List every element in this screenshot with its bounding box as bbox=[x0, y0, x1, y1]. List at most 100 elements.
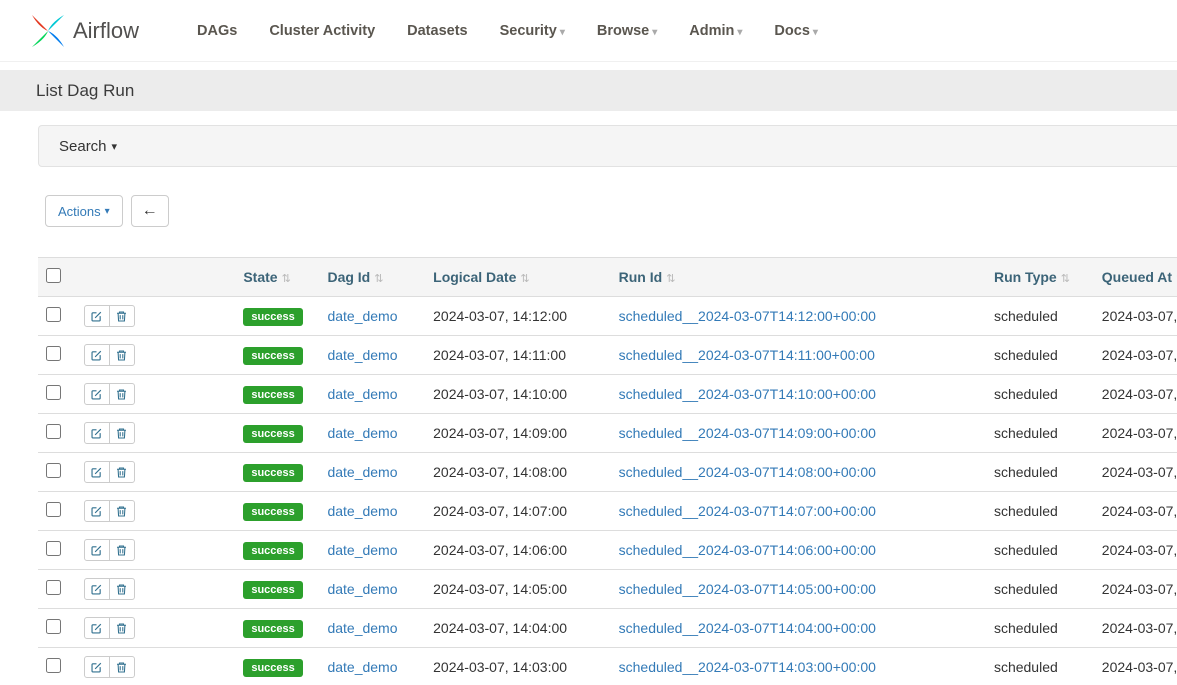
queued-at-cell: 2024-03-07, 14:13:00 bbox=[1094, 297, 1177, 336]
run-id-link[interactable]: scheduled__2024-03-07T14:09:00+00:00 bbox=[619, 425, 876, 441]
row-checkbox[interactable] bbox=[46, 307, 61, 322]
select-all-checkbox[interactable] bbox=[46, 268, 61, 283]
run-id-link[interactable]: scheduled__2024-03-07T14:10:00+00:00 bbox=[619, 386, 876, 402]
delete-button[interactable] bbox=[109, 383, 135, 405]
nav-item[interactable]: DAGs bbox=[181, 13, 253, 49]
nav-item-label: DAGs bbox=[197, 23, 237, 39]
checkbox-cell bbox=[38, 492, 76, 531]
caret-icon: ▾ bbox=[560, 27, 565, 38]
back-button[interactable]: ← bbox=[131, 195, 169, 227]
run-id-cell: scheduled__2024-03-07T14:05:00+00:00 bbox=[611, 570, 986, 609]
state-cell: success bbox=[235, 492, 319, 531]
edit-button[interactable] bbox=[84, 305, 110, 327]
dag-id-link[interactable]: date_demo bbox=[327, 659, 397, 675]
edit-button[interactable] bbox=[84, 578, 110, 600]
edit-button[interactable] bbox=[84, 383, 110, 405]
dag-id-cell: date_demo bbox=[319, 375, 425, 414]
column-label: Queued At bbox=[1102, 269, 1172, 285]
nav-item[interactable]: Datasets bbox=[391, 13, 483, 49]
delete-button[interactable] bbox=[109, 617, 135, 639]
nav-item[interactable]: Browse▾ bbox=[581, 13, 673, 49]
dag-id-link[interactable]: date_demo bbox=[327, 542, 397, 558]
run-type-cell: scheduled bbox=[986, 414, 1094, 453]
row-checkbox[interactable] bbox=[46, 463, 61, 478]
nav-item[interactable]: Security▾ bbox=[484, 13, 581, 49]
row-checkbox[interactable] bbox=[46, 580, 61, 595]
row-checkbox[interactable] bbox=[46, 385, 61, 400]
delete-button[interactable] bbox=[109, 422, 135, 444]
edit-button[interactable] bbox=[84, 500, 110, 522]
table-body: success date_demo 2024-03-07, 14:12:00 s… bbox=[38, 297, 1177, 685]
nav-item[interactable]: Docs▾ bbox=[758, 13, 834, 49]
table-row: success date_demo 2024-03-07, 14:11:00 s… bbox=[38, 336, 1177, 375]
queued-at-cell: 2024-03-07, 14:08:00 bbox=[1094, 492, 1177, 531]
row-checkbox[interactable] bbox=[46, 619, 61, 634]
delete-button[interactable] bbox=[109, 500, 135, 522]
table-header-row: State⇅ Dag Id⇅ Logical Date⇅ Run Id⇅ Run… bbox=[38, 258, 1177, 297]
logical-date-cell: 2024-03-07, 14:10:00 bbox=[425, 375, 611, 414]
dag-id-link[interactable]: date_demo bbox=[327, 503, 397, 519]
run-id-link[interactable]: scheduled__2024-03-07T14:03:00+00:00 bbox=[619, 659, 876, 675]
edit-button[interactable] bbox=[84, 344, 110, 366]
nav-item[interactable]: Cluster Activity bbox=[253, 13, 391, 49]
column-header[interactable]: Queued At⇅ bbox=[1094, 258, 1177, 297]
run-id-link[interactable]: scheduled__2024-03-07T14:05:00+00:00 bbox=[619, 581, 876, 597]
edit-button[interactable] bbox=[84, 422, 110, 444]
row-checkbox[interactable] bbox=[46, 541, 61, 556]
row-checkbox[interactable] bbox=[46, 424, 61, 439]
actions-button-label: Actions bbox=[58, 204, 101, 219]
dag-id-cell: date_demo bbox=[319, 414, 425, 453]
run-id-link[interactable]: scheduled__2024-03-07T14:04:00+00:00 bbox=[619, 620, 876, 636]
state-cell: success bbox=[235, 609, 319, 648]
actions-button[interactable]: Actions ▾ bbox=[45, 195, 123, 227]
run-id-link[interactable]: scheduled__2024-03-07T14:08:00+00:00 bbox=[619, 464, 876, 480]
queued-at-cell: 2024-03-07, 14:05:00 bbox=[1094, 609, 1177, 648]
dag-id-cell: date_demo bbox=[319, 648, 425, 685]
nav-list: DAGs Cluster Activity Datasets Security▾… bbox=[181, 13, 834, 49]
edit-button[interactable] bbox=[84, 656, 110, 678]
delete-button[interactable] bbox=[109, 305, 135, 327]
column-header[interactable]: Logical Date⇅ bbox=[425, 258, 611, 297]
edit-button[interactable] bbox=[84, 461, 110, 483]
delete-button[interactable] bbox=[109, 461, 135, 483]
chevron-down-icon: ▾ bbox=[105, 206, 110, 217]
column-header[interactable]: Dag Id⇅ bbox=[319, 258, 425, 297]
column-header[interactable]: State⇅ bbox=[235, 258, 319, 297]
status-badge: success bbox=[243, 581, 302, 599]
delete-button[interactable] bbox=[109, 578, 135, 600]
column-header[interactable]: Run Id⇅ bbox=[611, 258, 986, 297]
dag-id-link[interactable]: date_demo bbox=[327, 386, 397, 402]
search-toggle[interactable]: Search ▾ bbox=[38, 125, 1177, 167]
delete-button[interactable] bbox=[109, 656, 135, 678]
dag-id-link[interactable]: date_demo bbox=[327, 581, 397, 597]
run-type-cell: scheduled bbox=[986, 648, 1094, 685]
dag-id-cell: date_demo bbox=[319, 570, 425, 609]
run-id-link[interactable]: scheduled__2024-03-07T14:11:00+00:00 bbox=[619, 347, 875, 363]
dag-id-link[interactable]: date_demo bbox=[327, 308, 397, 324]
delete-button[interactable] bbox=[109, 539, 135, 561]
column-header[interactable]: Run Type⇅ bbox=[986, 258, 1094, 297]
queued-at-cell: 2024-03-07, 14:09:00 bbox=[1094, 453, 1177, 492]
queued-at-cell: 2024-03-07, 14:11:00 bbox=[1094, 375, 1177, 414]
dag-id-link[interactable]: date_demo bbox=[327, 620, 397, 636]
actions-cell bbox=[76, 648, 236, 685]
run-id-link[interactable]: scheduled__2024-03-07T14:12:00+00:00 bbox=[619, 308, 876, 324]
brand[interactable]: Airflow bbox=[28, 11, 139, 51]
edit-button[interactable] bbox=[84, 617, 110, 639]
dag-id-link[interactable]: date_demo bbox=[327, 464, 397, 480]
edit-button[interactable] bbox=[84, 539, 110, 561]
row-checkbox[interactable] bbox=[46, 346, 61, 361]
nav-item[interactable]: Admin▾ bbox=[673, 13, 758, 49]
dag-id-link[interactable]: date_demo bbox=[327, 347, 397, 363]
state-cell: success bbox=[235, 297, 319, 336]
row-checkbox[interactable] bbox=[46, 502, 61, 517]
row-checkbox[interactable] bbox=[46, 658, 61, 673]
queued-at-cell: 2024-03-07, 14:06:00 bbox=[1094, 570, 1177, 609]
run-id-link[interactable]: scheduled__2024-03-07T14:06:00+00:00 bbox=[619, 542, 876, 558]
run-id-link[interactable]: scheduled__2024-03-07T14:07:00+00:00 bbox=[619, 503, 876, 519]
status-badge: success bbox=[243, 425, 302, 443]
dag-id-link[interactable]: date_demo bbox=[327, 425, 397, 441]
checkbox-cell bbox=[38, 648, 76, 685]
delete-button[interactable] bbox=[109, 344, 135, 366]
status-badge: success bbox=[243, 464, 302, 482]
